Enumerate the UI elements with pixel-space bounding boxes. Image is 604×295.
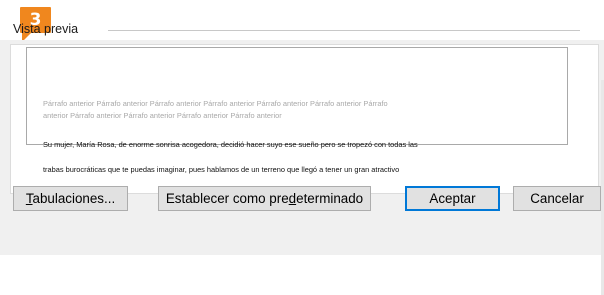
tabs-button[interactable]: Tabulaciones... bbox=[13, 186, 128, 211]
current-paragraph-line: Su mujer, María Rosa, de enorme sonrisa … bbox=[43, 140, 418, 149]
cancel-button[interactable]: Cancelar bbox=[513, 186, 601, 211]
previous-paragraph-line: Párrafo anterior Párrafo anterior Párraf… bbox=[43, 99, 388, 108]
previous-paragraph-line: anterior Párrafo anterior Párrafo anteri… bbox=[43, 111, 282, 120]
preview-group-title: Vista previa bbox=[13, 22, 79, 36]
access-key: d bbox=[288, 191, 297, 206]
preview-pane bbox=[26, 47, 568, 145]
set-default-button[interactable]: Establecer como predeterminado bbox=[158, 186, 371, 211]
group-separator bbox=[108, 30, 580, 31]
access-key: T bbox=[25, 191, 33, 206]
current-paragraph-line: trabas burocráticas que te puedas imagin… bbox=[43, 165, 400, 174]
accept-button[interactable]: Aceptar bbox=[405, 186, 500, 211]
